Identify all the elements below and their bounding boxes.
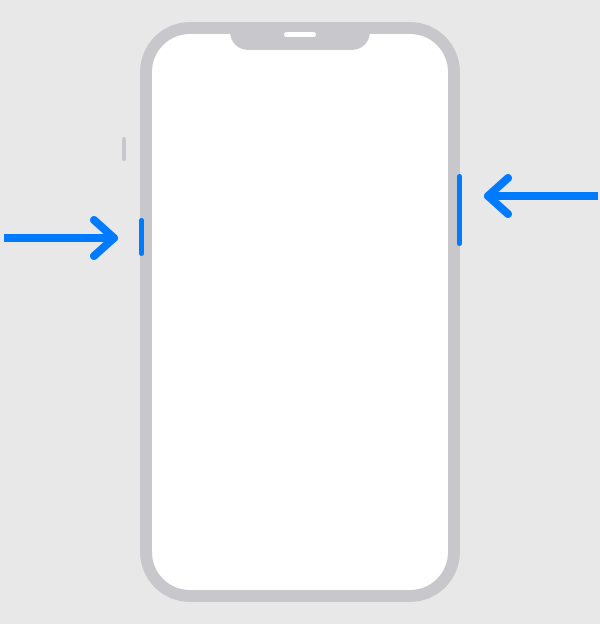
lock-switch [122, 137, 126, 161]
phone-diagram [140, 22, 460, 602]
arrow-left-icon [4, 214, 132, 262]
volume-button-highlight [139, 218, 144, 256]
phone-outline [140, 22, 460, 602]
phone-notch [230, 22, 370, 50]
arrow-right-icon [470, 172, 598, 220]
phone-speaker [284, 32, 316, 37]
side-button-highlight [457, 174, 462, 246]
